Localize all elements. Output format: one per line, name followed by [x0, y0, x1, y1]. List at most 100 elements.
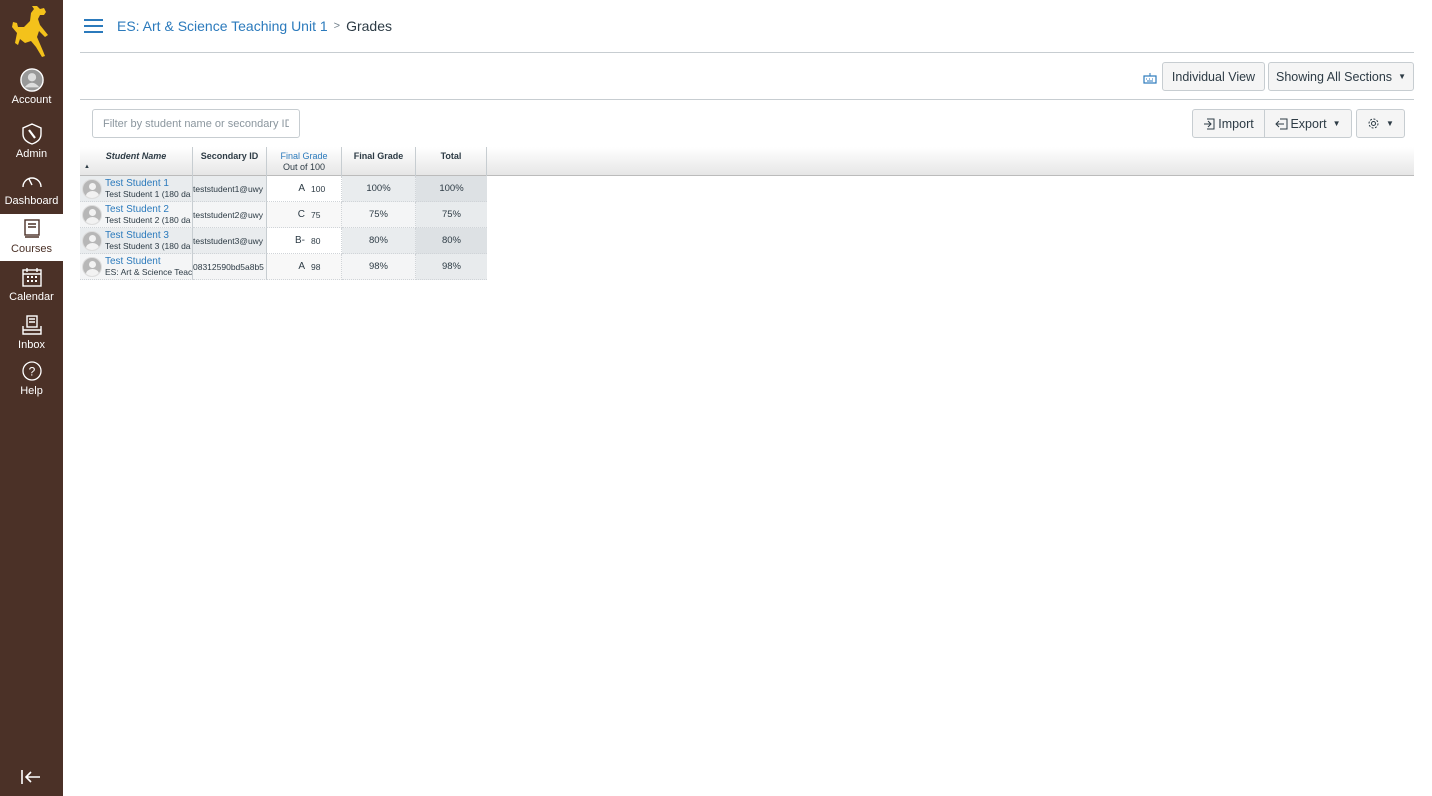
secondary-id-cell: teststudent1@uwy — [193, 176, 267, 202]
student-name-link[interactable]: Test Student — [105, 256, 192, 267]
student-name-link[interactable]: Test Student 3 — [105, 230, 191, 241]
bucking-horse-logo-icon — [11, 5, 48, 57]
nav-item-courses[interactable]: Courses — [0, 214, 63, 261]
gear-icon — [1368, 118, 1379, 129]
gradebook-settings-dropdown[interactable]: ▼ — [1356, 109, 1405, 138]
nav-item-label: Courses — [11, 243, 52, 255]
help-icon: ? — [20, 359, 44, 383]
caret-down-icon: ▼ — [1398, 72, 1406, 81]
avatar[interactable] — [82, 204, 102, 225]
total-cell: 98% — [416, 254, 487, 280]
student-name-cell: Test Student ES: Art & Science Teac — [80, 254, 193, 280]
assignment-grade-cell[interactable]: C 75 — [267, 202, 342, 228]
letter-grade: C — [297, 209, 305, 220]
collapse-nav-icon — [21, 770, 40, 784]
score: 100 — [311, 183, 326, 194]
score: 98 — [311, 261, 321, 272]
nav-item-label: Admin — [15, 148, 48, 160]
caret-down-icon: ▼ — [1386, 119, 1394, 128]
secondary-id-cell: teststudent3@uwy — [193, 228, 267, 254]
admin-icon — [20, 122, 44, 146]
avatar[interactable] — [82, 178, 102, 199]
student-section: ES: Art & Science Teac — [105, 266, 193, 277]
assignment-grade-cell[interactable]: A 100 — [267, 176, 342, 202]
export-icon — [1275, 118, 1288, 130]
secondary-id-cell: 08312590bd5a8b5 — [193, 254, 267, 280]
logo[interactable] — [0, 0, 63, 63]
caret-down-icon: ▼ — [1332, 119, 1341, 128]
student-section: Test Student 2 (180 da — [105, 214, 191, 225]
column-header-secondary-id[interactable]: Secondary ID — [193, 147, 267, 176]
individual-view-label: Individual View — [1171, 69, 1256, 84]
column-header-assignment[interactable]: Final Grade Out of 100 — [267, 147, 342, 176]
hamburger-menu-button[interactable] — [84, 19, 103, 33]
nav-item-label: Inbox — [18, 339, 45, 351]
avatar[interactable] — [82, 256, 102, 277]
assignment-points: Out of 100 — [282, 162, 326, 172]
student-name-cell: Test Student 1 Test Student 1 (180 da — [80, 176, 193, 202]
gradebook-toolbar: Individual View Showing All Sections ▼ — [80, 53, 1414, 100]
nav-item-label: Dashboard — [4, 195, 59, 207]
assignment-link[interactable]: Final Grade — [267, 151, 341, 162]
student-section: Test Student 3 (180 da — [105, 240, 191, 251]
import-button[interactable]: Import — [1192, 109, 1265, 138]
score: 75 — [311, 209, 321, 220]
import-icon — [1204, 118, 1215, 130]
student-row: Test Student 1 Test Student 1 (180 da tes… — [80, 176, 487, 202]
account-icon — [19, 68, 44, 92]
collapse-nav-button[interactable] — [18, 766, 44, 788]
breadcrumb-course-link[interactable]: ES: Art & Science Teaching Unit 1 — [117, 18, 328, 34]
student-row: Test Student ES: Art & Science Teac 08312… — [80, 254, 487, 280]
total-cell: 80% — [416, 228, 487, 254]
nav-item-calendar[interactable]: Calendar — [0, 262, 63, 308]
column-header-student-name[interactable]: Student Name ▲ — [80, 147, 193, 176]
student-name-link[interactable]: Test Student 1 — [105, 178, 191, 189]
top-bar: ES: Art & Science Teaching Unit 1 > Grad… — [80, 0, 1414, 53]
final-grade-cell: 75% — [342, 202, 416, 228]
nav-item-label: Help — [20, 385, 43, 397]
import-label: Import — [1218, 116, 1254, 131]
svg-text:?: ? — [28, 365, 35, 379]
breadcrumb-current: Grades — [346, 18, 392, 34]
main-content: ES: Art & Science Teaching Unit 1 > Grad… — [80, 0, 1414, 280]
nav-item-inbox[interactable]: Inbox — [0, 310, 63, 354]
dashboard-icon — [20, 169, 44, 193]
student-name-cell: Test Student 3 Test Student 3 (180 da — [80, 228, 193, 254]
letter-grade: A — [298, 261, 305, 272]
final-grade-cell: 80% — [342, 228, 416, 254]
export-label: Export — [1290, 116, 1327, 131]
total-cell: 75% — [416, 202, 487, 228]
courses-icon — [20, 217, 44, 241]
nav-item-account[interactable]: Account — [0, 65, 63, 111]
nav-item-admin[interactable]: Admin — [0, 119, 63, 165]
section-filter-dropdown[interactable]: Showing All Sections ▼ — [1268, 62, 1414, 91]
keyboard-shortcuts-button[interactable] — [1143, 71, 1157, 84]
student-row: Test Student 2 Test Student 2 (180 da tes… — [80, 202, 487, 228]
export-dropdown[interactable]: Export ▼ — [1264, 109, 1352, 138]
assignment-grade-cell[interactable]: B- 80 — [267, 228, 342, 254]
keyboard-icon — [1143, 73, 1157, 84]
breadcrumb-separator-icon: > — [333, 20, 341, 32]
letter-grade: B- — [295, 235, 305, 246]
inbox-icon — [20, 313, 44, 337]
sort-ascending-icon: ▲ — [84, 164, 90, 170]
score: 80 — [311, 235, 321, 246]
assignment-grade-cell[interactable]: A 98 — [267, 254, 342, 280]
section-filter-label: Showing All Sections — [1276, 69, 1393, 84]
avatar[interactable] — [82, 230, 102, 251]
final-grade-cell: 98% — [342, 254, 416, 280]
total-cell: 100% — [416, 176, 487, 202]
column-header-total[interactable]: Total — [416, 147, 487, 176]
individual-view-button[interactable]: Individual View — [1162, 62, 1265, 91]
student-name-link[interactable]: Test Student 2 — [105, 204, 191, 215]
final-grade-cell: 100% — [342, 176, 416, 202]
student-filter-input[interactable] — [92, 109, 300, 138]
secondary-id-cell: teststudent2@uwy — [193, 202, 267, 228]
nav-item-label: Account — [11, 94, 52, 106]
student-name-cell: Test Student 2 Test Student 2 (180 da — [80, 202, 193, 228]
nav-item-label: Calendar — [9, 291, 54, 303]
student-section: Test Student 1 (180 da — [105, 188, 191, 199]
column-header-final-grade[interactable]: Final Grade — [342, 147, 416, 176]
nav-item-dashboard[interactable]: Dashboard — [0, 166, 63, 212]
nav-item-help[interactable]: ? Help — [0, 356, 63, 400]
